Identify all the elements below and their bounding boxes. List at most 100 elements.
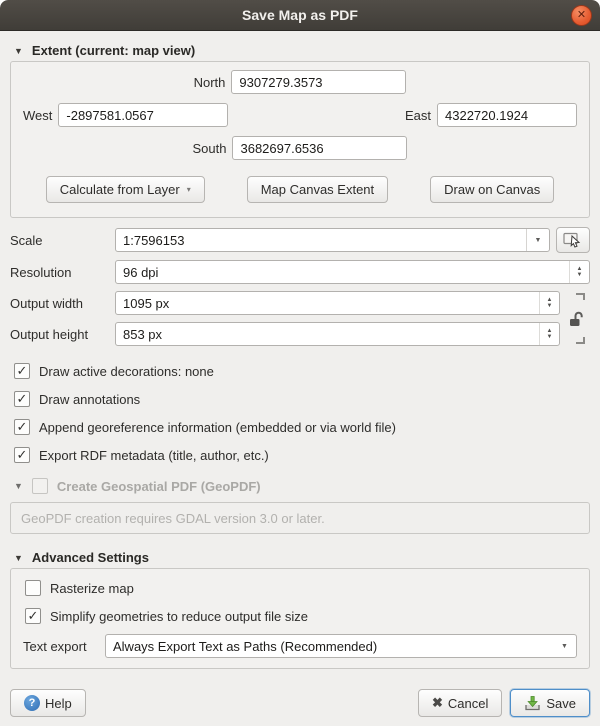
extent-group-header[interactable]: ▼ Extent (current: map view) [14,43,590,58]
west-input[interactable] [58,103,228,127]
south-label: South [193,141,227,156]
text-export-combo-arrow[interactable]: ▼ [553,635,576,657]
geopdf-note: GeoPDF creation requires GDAL version 3.… [21,511,325,526]
collapse-arrow-icon: ▼ [14,481,23,491]
dialog-footer: ? Help ✖ Cancel Save [10,689,590,726]
resolution-input[interactable] [115,260,590,284]
draw-on-canvas-button[interactable]: Draw on Canvas [430,176,554,203]
combo-arrow-icon: ▼ [561,643,568,650]
spin-down-icon: ▼ [577,272,583,278]
extent-west-east-row: West East [23,103,577,127]
geopdf-checkbox [32,478,48,494]
resolution-row: Resolution ▲ ▼ [10,260,590,284]
text-export-combobox[interactable]: Always Export Text as Paths (Recommended… [105,634,577,658]
map-canvas-extent-label: Map Canvas Extent [261,182,374,197]
collapse-arrow-icon: ▼ [14,553,23,563]
spin-down-icon: ▼ [547,334,553,340]
checkbox-label: Draw annotations [39,392,140,407]
east-label: East [405,108,431,123]
checkbox-label: Draw active decorations: none [39,364,214,379]
cancel-x-icon: ✖ [432,695,443,711]
output-width-label: Output width [10,296,115,311]
map-cursor-icon [563,232,583,248]
bracket-top-icon [576,293,585,300]
resolution-label: Resolution [10,265,115,280]
cancel-button[interactable]: ✖ Cancel [418,689,502,717]
lock-aspect-ratio-button[interactable] [564,293,588,344]
checkbox-icon: ✓ [14,363,30,379]
checkbox-icon: ✓ [14,391,30,407]
checkbox-icon: ✓ [14,419,30,435]
extent-group-title: Extent (current: map view) [32,43,195,58]
text-export-label: Text export [23,639,105,654]
output-height-row: Output height ▲ ▼ [10,322,560,346]
collapse-arrow-icon: ▼ [14,46,23,56]
checkbox-icon: ✓ [25,608,41,624]
output-height-spinner[interactable]: ▲ ▼ [539,323,559,345]
scale-label: Scale [10,233,115,248]
checkbox-rasterize-map[interactable]: Rasterize map [25,580,577,596]
text-export-row: Text export Always Export Text as Paths … [23,634,577,658]
calculate-from-layer-label: Calculate from Layer [60,182,180,197]
text-export-value: Always Export Text as Paths (Recommended… [106,639,553,654]
spin-down-icon: ▼ [547,303,553,309]
advanced-settings-title: Advanced Settings [32,550,149,565]
output-height-label: Output height [10,327,115,342]
output-width-row: Output width ▲ ▼ [10,291,560,315]
output-height-input[interactable] [115,322,560,346]
geopdf-header: ▼ Create Geospatial PDF (GeoPDF) [14,478,590,494]
set-scale-from-canvas-button[interactable] [556,227,590,253]
geopdf-note-box: GeoPDF creation requires GDAL version 3.… [10,502,590,534]
checkbox-label: Export RDF metadata (title, author, etc.… [39,448,269,463]
checkbox-label: Append georeference information (embedde… [39,420,396,435]
checkbox-simplify-geometries[interactable]: ✓ Simplify geometries to reduce output f… [25,608,577,624]
window-title: Save Map as PDF [242,7,358,23]
calculate-from-layer-button[interactable]: Calculate from Layer ▾ [46,176,205,203]
extent-south-row: South [23,136,577,160]
close-button[interactable]: ✕ [571,5,592,26]
east-input[interactable] [437,103,577,127]
advanced-settings-groupbox: Rasterize map ✓ Simplify geometries to r… [10,568,590,669]
titlebar[interactable]: Save Map as PDF ✕ [0,0,600,31]
dialog-content: ▼ Extent (current: map view) North West … [0,31,600,726]
extent-north-row: North [23,70,577,94]
bracket-bottom-icon [576,337,585,344]
help-label: Help [45,696,72,711]
scale-row: Scale 1:7596153 ▼ [10,227,590,253]
checkbox-label: Simplify geometries to reduce output fil… [50,609,308,624]
scale-value: 1:7596153 [116,233,526,248]
north-input[interactable] [231,70,406,94]
help-button[interactable]: ? Help [10,689,86,717]
advanced-settings-header[interactable]: ▼ Advanced Settings [14,550,590,565]
checkbox-draw-active-decorations[interactable]: ✓ Draw active decorations: none [14,363,590,379]
save-button[interactable]: Save [510,689,590,717]
south-input[interactable] [232,136,407,160]
checkbox-icon: ✓ [14,447,30,463]
extent-groupbox: North West East South [10,61,590,218]
cancel-label: Cancel [448,696,488,711]
resolution-spinner[interactable]: ▲ ▼ [569,261,589,283]
save-label: Save [546,696,576,711]
dropdown-arrow-icon: ▾ [187,185,191,194]
scale-combobox[interactable]: 1:7596153 ▼ [115,228,550,252]
checkbox-label: Rasterize map [50,581,134,596]
map-canvas-extent-button[interactable]: Map Canvas Extent [247,176,388,203]
save-icon [524,695,541,712]
checkbox-append-georeference[interactable]: ✓ Append georeference information (embed… [14,419,590,435]
extent-buttons-row: Calculate from Layer ▾ Map Canvas Extent… [23,176,577,203]
geopdf-label: Create Geospatial PDF (GeoPDF) [57,479,261,494]
north-label: North [194,75,226,90]
checkbox-export-rdf-metadata[interactable]: ✓ Export RDF metadata (title, author, et… [14,447,590,463]
combo-arrow-icon: ▼ [535,237,542,244]
save-map-as-pdf-dialog: Save Map as PDF ✕ ▼ Extent (current: map… [0,0,600,726]
checkbox-draw-annotations[interactable]: ✓ Draw annotations [14,391,590,407]
west-label: West [23,108,52,123]
output-width-spinner[interactable]: ▲ ▼ [539,292,559,314]
help-icon: ? [24,695,40,711]
output-size-section: Output width ▲ ▼ Output height ▲ ▼ [10,291,590,353]
output-width-input[interactable] [115,291,560,315]
close-icon: ✕ [577,9,586,21]
checkbox-icon [25,580,41,596]
draw-on-canvas-label: Draw on Canvas [444,182,540,197]
scale-combo-arrow-button[interactable]: ▼ [526,229,549,251]
